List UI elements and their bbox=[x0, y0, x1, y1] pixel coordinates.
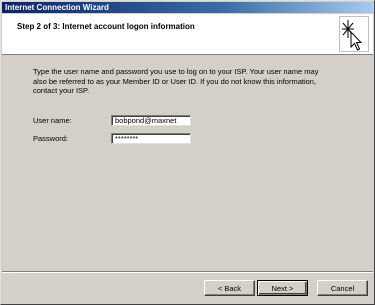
wizard-window: Internet Connection Wizard Step 2 of 3: … bbox=[0, 0, 375, 305]
window-title: Internet Connection Wizard bbox=[5, 3, 109, 12]
back-button[interactable]: < Back bbox=[204, 280, 255, 296]
footer-divider bbox=[2, 271, 373, 273]
username-label: User name: bbox=[33, 116, 72, 125]
password-input[interactable] bbox=[111, 133, 191, 144]
step-title: Step 2 of 3: Internet account logon info… bbox=[17, 22, 195, 31]
password-label: Password: bbox=[33, 134, 69, 143]
wizard-cursor-sparkle-icon bbox=[339, 16, 369, 52]
next-button[interactable]: Next > bbox=[257, 280, 308, 296]
cancel-button[interactable]: Cancel bbox=[317, 280, 368, 296]
instructions-text: Type the user name and password you use … bbox=[33, 67, 319, 95]
username-input[interactable] bbox=[111, 115, 191, 126]
title-bar[interactable]: Internet Connection Wizard bbox=[2, 2, 373, 13]
wizard-header: Step 2 of 3: Internet account logon info… bbox=[2, 14, 373, 55]
